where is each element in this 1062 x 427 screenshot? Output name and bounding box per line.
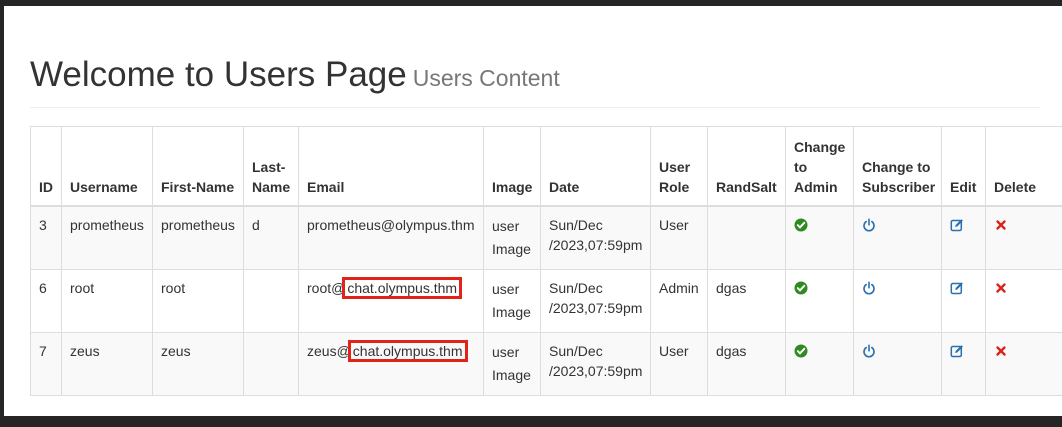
cell-image: user Image (483, 332, 541, 396)
cell-delete (985, 205, 1062, 270)
table-row: 6 root root root@ chat.olympus.thm user Im… (30, 269, 1062, 333)
cell-delete (985, 269, 1062, 333)
image-alt-line2: Image (492, 367, 531, 383)
cell-last-name (243, 332, 299, 396)
delete-icon[interactable] (994, 218, 1008, 232)
edit-icon[interactable] (950, 218, 964, 232)
date-line2: /2023,07:59pm (549, 237, 643, 253)
users-table: ID Username First-Name Last- Name Email I… (30, 126, 1062, 396)
delete-icon[interactable] (994, 344, 1008, 358)
column-header-randsalt: RandSalt (707, 126, 786, 207)
cell-randsalt: dgas (707, 269, 786, 333)
cell-last-name: d (243, 205, 299, 270)
cell-edit (941, 332, 986, 396)
cell-email: prometheus@olympus.thm (298, 205, 484, 270)
email-text: prometheus@olympus.thm (307, 217, 475, 233)
browser-viewport: Welcome to Users Page Users Content ID Us… (4, 6, 1062, 416)
check-circle-icon[interactable] (794, 344, 808, 358)
cell-change-to-admin (785, 332, 854, 396)
cell-edit (941, 269, 986, 333)
cell-user-role: User (650, 205, 708, 270)
cell-date: Sun/Dec/2023,07:59pm (540, 332, 651, 396)
column-header-change-to-subscriber: Change to Subscriber (853, 126, 942, 207)
users-table-container: ID Username First-Name Last- Name Email I… (30, 126, 1062, 396)
edit-icon[interactable] (950, 281, 964, 295)
column-header-user-role: User Role (650, 126, 708, 207)
cell-user-role: User (650, 332, 708, 396)
edit-icon[interactable] (950, 344, 964, 358)
column-header-date: Date (540, 126, 651, 207)
date-line1: Sun/Dec (549, 217, 603, 233)
cell-date: Sun/Dec/2023,07:59pm (540, 205, 651, 270)
cell-change-to-admin (785, 269, 854, 333)
image-alt-line1: user (492, 344, 520, 360)
page-header: Welcome to Users Page Users Content (30, 54, 1040, 108)
table-row: 7 zeus zeus zeus@ chat.olympus.thm user Im… (30, 332, 1062, 396)
cell-edit (941, 205, 986, 270)
cell-delete (985, 332, 1062, 396)
cell-id: 7 (30, 332, 62, 396)
cell-id: 3 (30, 205, 62, 270)
cell-last-name (243, 269, 299, 333)
column-header-delete: Delete (985, 126, 1062, 207)
cell-first-name: prometheus (152, 205, 244, 270)
column-header-image: Image (483, 126, 541, 207)
date-line1: Sun/Dec (549, 280, 603, 296)
cell-image: user Image (483, 269, 541, 333)
check-circle-icon[interactable] (794, 218, 808, 232)
cell-first-name: zeus (152, 332, 244, 396)
power-icon[interactable] (862, 344, 876, 358)
check-circle-icon[interactable] (794, 281, 808, 295)
cell-username: zeus (61, 332, 153, 396)
date-line2: /2023,07:59pm (549, 363, 643, 379)
cell-user-role: Admin (650, 269, 708, 333)
cell-randsalt: dgas (707, 332, 786, 396)
email-user-text: zeus@ (307, 343, 351, 359)
column-header-username: Username (61, 126, 153, 207)
image-alt-line1: user (492, 281, 520, 297)
image-alt-line1: user (492, 218, 520, 234)
cell-date: Sun/Dec/2023,07:59pm (540, 269, 651, 333)
column-header-id: ID (30, 126, 62, 207)
email-domain-highlight: chat.olympus.thm (347, 340, 468, 362)
cell-change-to-admin (785, 205, 854, 270)
power-icon[interactable] (862, 218, 876, 232)
image-alt-line2: Image (492, 241, 531, 257)
column-header-last-name: Last- Name (243, 126, 299, 207)
column-header-first-name: First-Name (152, 126, 244, 207)
cell-username: prometheus (61, 205, 153, 270)
cell-first-name: root (152, 269, 244, 333)
cell-change-to-subscriber (853, 205, 942, 270)
table-header-row: ID Username First-Name Last- Name Email I… (30, 126, 1062, 207)
image-alt-line2: Image (492, 304, 531, 320)
page-title: Welcome to Users Page Users Content (30, 55, 560, 94)
email-user-text: root@ (307, 280, 346, 296)
cell-email: zeus@ chat.olympus.thm (298, 332, 484, 396)
cell-change-to-subscriber (853, 269, 942, 333)
cell-id: 6 (30, 269, 62, 333)
cell-username: root (61, 269, 153, 333)
cell-image: user Image (483, 205, 541, 270)
column-header-edit: Edit (941, 126, 986, 207)
column-header-change-to-admin: Change to Admin (785, 126, 854, 207)
cell-email: root@ chat.olympus.thm (298, 269, 484, 333)
table-row: 3 prometheus prometheus d prometheus@oly… (30, 205, 1062, 270)
power-icon[interactable] (862, 281, 876, 295)
page-subtitle: Users Content (412, 65, 560, 91)
date-line1: Sun/Dec (549, 343, 603, 359)
date-line2: /2023,07:59pm (549, 300, 643, 316)
email-domain-highlight: chat.olympus.thm (342, 277, 463, 299)
column-header-email: Email (298, 126, 484, 207)
cell-change-to-subscriber (853, 332, 942, 396)
cell-randsalt (707, 205, 786, 270)
delete-icon[interactable] (994, 281, 1008, 295)
